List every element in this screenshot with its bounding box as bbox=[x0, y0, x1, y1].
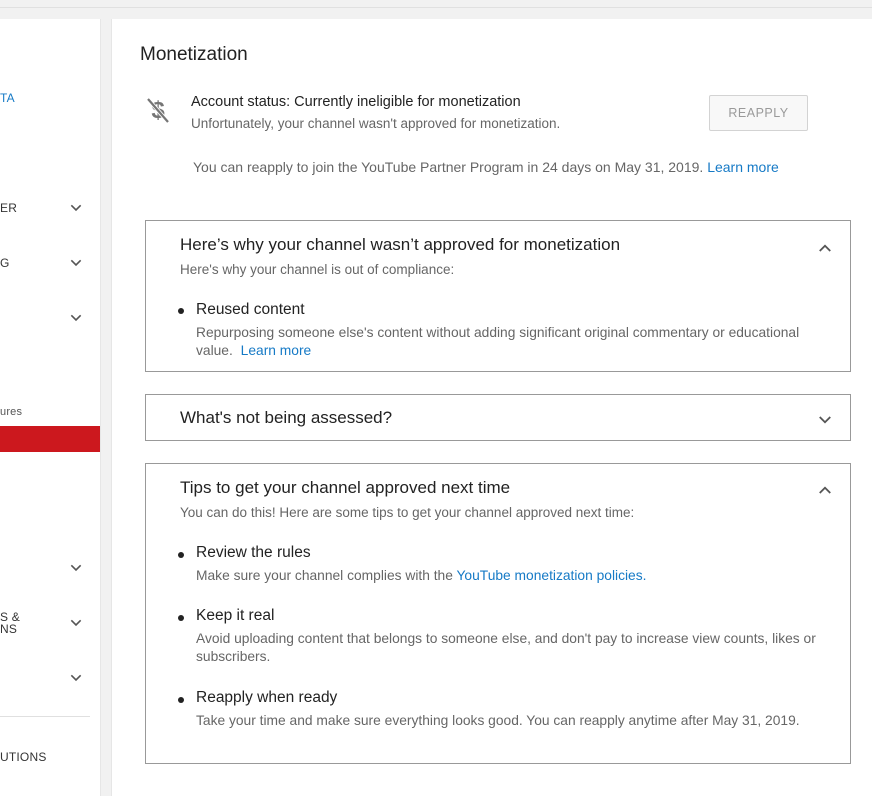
card-subtitle: Here's why your channel is out of compli… bbox=[180, 262, 455, 277]
sidebar-item-features[interactable]: ures bbox=[0, 406, 100, 418]
not-assessed-card[interactable]: What's not being assessed? bbox=[145, 394, 851, 441]
sidebar-item-data[interactable]: TA bbox=[0, 91, 100, 105]
sidebar-item-er[interactable]: ER bbox=[0, 201, 100, 215]
reapply-note: You can reapply to join the YouTube Part… bbox=[193, 159, 779, 175]
chevron-up-icon[interactable] bbox=[816, 481, 834, 499]
chevron-down-icon[interactable] bbox=[68, 670, 84, 686]
reapply-note-text: You can reapply to join the YouTube Part… bbox=[193, 159, 704, 175]
tips-card: Tips to get your channel approved next t… bbox=[145, 463, 851, 764]
bullet bbox=[178, 308, 184, 314]
not-approved-reasons-card: Here’s why your channel wasn’t approved … bbox=[145, 220, 851, 372]
monetization-panel: Monetization $ Account status: Currently… bbox=[111, 19, 872, 796]
learn-more-link[interactable]: Learn more bbox=[241, 343, 312, 358]
sidebar-divider bbox=[0, 716, 90, 717]
sidebar-item-label: G bbox=[0, 256, 10, 270]
chevron-down-icon[interactable] bbox=[68, 255, 84, 271]
tip-title: Keep it real bbox=[196, 607, 275, 624]
sidebar-item-sns[interactable]: S & NS bbox=[0, 611, 100, 636]
account-status-title: Account status: Currently ineligible for… bbox=[191, 94, 521, 110]
chevron-down-icon[interactable] bbox=[68, 615, 84, 631]
sidebar-item-label: NS bbox=[0, 622, 18, 636]
monetization-policies-link[interactable]: YouTube monetization policies bbox=[457, 568, 643, 583]
tip-title: Review the rules bbox=[196, 544, 311, 561]
page-title: Monetization bbox=[140, 44, 248, 65]
bullet bbox=[178, 615, 184, 621]
chevron-down-icon[interactable] bbox=[68, 560, 84, 576]
card-subtitle: You can do this! Here are some tips to g… bbox=[180, 505, 635, 520]
tip-description-text: Make sure your channel complies with the bbox=[196, 568, 453, 583]
top-bar bbox=[0, 0, 872, 8]
tip-description: Avoid uploading content that belongs to … bbox=[196, 631, 816, 664]
tip-description: Take your time and make sure everything … bbox=[196, 713, 800, 728]
tip-title: Reapply when ready bbox=[196, 689, 338, 706]
reason-description-line: Repurposing someone else's content witho… bbox=[196, 325, 800, 340]
reason-description-text: value. bbox=[196, 343, 233, 358]
reapply-button[interactable]: REAPPLY bbox=[709, 95, 808, 131]
no-dollar-icon: $ bbox=[145, 95, 171, 125]
chevron-down-icon[interactable] bbox=[68, 310, 84, 326]
reason-description-line2: value. Learn more bbox=[196, 342, 841, 360]
chevron-down-icon[interactable] bbox=[68, 200, 84, 216]
card-title: Tips to get your channel approved next t… bbox=[180, 478, 511, 497]
reason-description: Repurposing someone else's content witho… bbox=[196, 324, 841, 360]
sidebar-item-contributions[interactable]: UTIONS bbox=[0, 750, 100, 764]
sidebar-item-label: ER bbox=[0, 201, 18, 215]
reason-title: Reused content bbox=[196, 301, 305, 318]
card-title: Here’s why your channel wasn’t approved … bbox=[180, 235, 621, 254]
bullet bbox=[178, 697, 184, 703]
chevron-up-icon[interactable] bbox=[816, 239, 834, 257]
sidebar-item-active[interactable] bbox=[0, 426, 100, 452]
card-title: What's not being assessed? bbox=[180, 408, 393, 427]
learn-more-link[interactable]: Learn more bbox=[707, 159, 779, 175]
sidebar-item-g[interactable]: G bbox=[0, 256, 100, 270]
sidebar: TA ER G ures S & NS UTIONS bbox=[0, 19, 101, 796]
tip-description: Make sure your channel complies with the… bbox=[196, 567, 841, 585]
account-status-subtitle: Unfortunately, your channel wasn't appro… bbox=[191, 116, 561, 131]
chevron-down-icon[interactable] bbox=[816, 411, 834, 429]
bullet bbox=[178, 552, 184, 558]
tip-description-end: . bbox=[642, 568, 647, 583]
